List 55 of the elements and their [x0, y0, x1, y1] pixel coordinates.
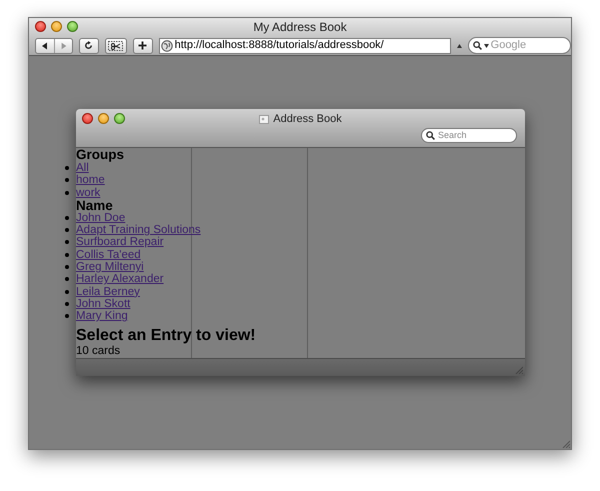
name-heading: Name	[76, 198, 114, 212]
bullet-icon	[65, 252, 69, 257]
name-link[interactable]: John Doe	[76, 212, 126, 224]
bullet-icon	[65, 265, 69, 270]
zoom-icon[interactable]	[114, 113, 125, 124]
search-icon	[426, 131, 435, 140]
google-search-field[interactable]: Google	[468, 37, 571, 54]
dropdown-caret-icon[interactable]	[456, 44, 462, 48]
name-link[interactable]: home	[76, 174, 105, 186]
bullet-icon	[65, 277, 69, 282]
select-entry-message: Select an Entry to view!	[76, 326, 257, 345]
address-card-icon	[259, 114, 270, 124]
name-link[interactable]: Collis Ta'eed	[76, 248, 141, 261]
caret-icon	[484, 44, 489, 48]
scissors-icon	[108, 40, 124, 50]
bullet-icon	[65, 290, 69, 294]
resize-grip-icon[interactable]	[562, 440, 570, 448]
close-icon[interactable]	[35, 21, 46, 32]
bullet-icon	[65, 302, 69, 306]
snippet-button[interactable]	[104, 38, 127, 54]
bullet-icon	[65, 228, 69, 232]
bullet-icon	[65, 166, 69, 170]
bullet-icon	[65, 240, 69, 244]
search-field[interactable]: Search	[421, 128, 517, 143]
name-link[interactable]: Surfboard Repair	[76, 236, 164, 248]
plus-icon	[138, 41, 148, 50]
reload-button[interactable]	[79, 38, 99, 54]
search-icon	[472, 41, 482, 50]
name-link[interactable]: Harley Alexander	[76, 273, 164, 286]
reload-icon	[84, 41, 94, 50]
name-link[interactable]: Adapt Training Solutions	[76, 224, 201, 236]
bullet-icon	[65, 190, 69, 195]
name-link[interactable]: work	[76, 186, 100, 199]
bullet-icon	[65, 178, 69, 182]
address-field[interactable]: http://localhost:8888/tutorials/addressbook/	[158, 38, 451, 54]
name-link[interactable]: Mary King	[76, 310, 128, 322]
name-link[interactable]: Leila Berney	[76, 286, 140, 298]
minimize-icon[interactable]	[51, 21, 62, 32]
window-title: My Address Book	[253, 19, 347, 35]
card-count: 10 cards	[76, 344, 122, 358]
zoom-icon[interactable]	[67, 21, 78, 32]
resize-grip-icon[interactable]	[515, 366, 523, 374]
name-link[interactable]: Greg Miltenyi	[76, 261, 144, 274]
close-icon[interactable]	[82, 113, 93, 124]
name-link[interactable]: All	[76, 162, 89, 174]
minimize-icon[interactable]	[98, 113, 109, 124]
bullet-icon	[65, 314, 69, 318]
window-title: Address Book	[273, 112, 342, 126]
google-search-input[interactable]: Google	[490, 37, 561, 54]
bullet-icon	[65, 216, 69, 220]
add-bookmark-button[interactable]	[132, 38, 153, 54]
search-input[interactable]: Search	[438, 128, 508, 142]
name-link[interactable]: John Skott	[76, 298, 130, 310]
groups-heading: Groups	[76, 148, 126, 162]
back-forward-button[interactable]	[35, 38, 73, 54]
